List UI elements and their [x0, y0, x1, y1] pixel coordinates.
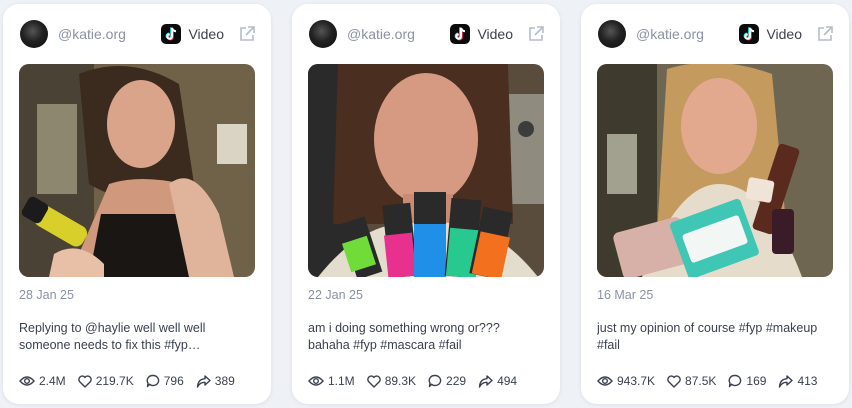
shares-stat: 413 [778, 374, 817, 388]
shares-count: 413 [797, 374, 818, 388]
video-card[interactable]: @katie.org Video 28 Jan 25 Replying to @… [3, 4, 271, 404]
card-header: @katie.org Video [309, 20, 545, 48]
likes-count: 87.5K [685, 374, 717, 388]
eye-icon [308, 376, 324, 386]
shares-stat: 494 [478, 374, 517, 388]
external-link-icon[interactable] [238, 25, 256, 43]
tiktok-icon [450, 24, 471, 44]
platform-label: Video [477, 26, 513, 42]
eye-icon [19, 376, 35, 386]
comments-stat: 169 [728, 374, 766, 388]
author-handle[interactable]: @katie.org [636, 26, 739, 42]
shares-stat: 389 [196, 374, 235, 388]
card-header: @katie.org Video [598, 20, 834, 48]
platform-label: Video [188, 26, 224, 42]
share-icon [196, 374, 211, 388]
post-date: 28 Jan 25 [19, 288, 74, 302]
video-thumbnail[interactable] [308, 64, 544, 277]
likes-count: 89.3K [384, 374, 417, 388]
likes-stat: 87.5K [667, 374, 716, 388]
post-stats: 943.7K 87.5K 169 413 [597, 372, 841, 390]
comments-count: 229 [446, 374, 467, 388]
comments-stat: 796 [146, 374, 184, 388]
external-link-icon[interactable] [527, 25, 545, 43]
heart-icon [366, 374, 381, 388]
share-icon [478, 374, 493, 388]
post-stats: 2.4M 219.7K 796 389 [19, 372, 263, 390]
likes-count: 219.7K [95, 374, 134, 388]
avatar[interactable] [309, 20, 337, 48]
platform-label: Video [766, 26, 802, 42]
video-card[interactable]: @katie.org Video 16 Mar 25 just my opini… [581, 4, 849, 404]
share-icon [779, 374, 794, 388]
avatar[interactable] [20, 20, 48, 48]
video-thumbnail[interactable] [19, 64, 255, 277]
tiktok-icon [161, 24, 182, 44]
post-caption: am i doing something wrong or??? bahaha … [308, 321, 500, 352]
comment-icon [728, 374, 742, 388]
tiktok-icon [739, 24, 760, 44]
comments-count: 169 [746, 374, 767, 388]
views-count: 1.1M [328, 374, 355, 388]
likes-stat: 219.7K [77, 374, 134, 388]
video-card-grid: @katie.org Video 28 Jan 25 Replying to @… [0, 0, 852, 408]
post-date: 16 Mar 25 [597, 288, 654, 302]
post-stats: 1.1M 89.3K 229 494 [308, 372, 552, 390]
views-stat: 943.7K [597, 374, 655, 388]
comments-count: 796 [163, 374, 184, 388]
comments-stat: 229 [428, 374, 466, 388]
post-caption: Replying to @haylie well well well someo… [19, 321, 206, 352]
external-link-icon[interactable] [816, 25, 834, 43]
card-header: @katie.org Video [20, 20, 256, 48]
shares-count: 494 [497, 374, 518, 388]
author-handle[interactable]: @katie.org [347, 26, 450, 42]
shares-count: 389 [214, 374, 235, 388]
views-stat: 2.4M [19, 374, 66, 388]
heart-icon [667, 374, 681, 388]
views-count: 943.7K [617, 374, 656, 388]
avatar[interactable] [598, 20, 626, 48]
video-thumbnail[interactable] [597, 64, 833, 277]
likes-stat: 89.3K [366, 374, 417, 388]
post-caption: just my opinion of course #fyp #makeup #… [597, 321, 818, 352]
comment-icon [146, 374, 159, 388]
views-stat: 1.1M [308, 374, 355, 388]
views-count: 2.4M [39, 374, 66, 388]
comment-icon [428, 374, 442, 388]
video-card[interactable]: @katie.org Video 22 Jan 25 am i doing so… [292, 4, 560, 404]
author-handle[interactable]: @katie.org [58, 26, 161, 42]
heart-icon [77, 374, 92, 388]
eye-icon [597, 376, 613, 386]
post-date: 22 Jan 25 [308, 288, 363, 302]
